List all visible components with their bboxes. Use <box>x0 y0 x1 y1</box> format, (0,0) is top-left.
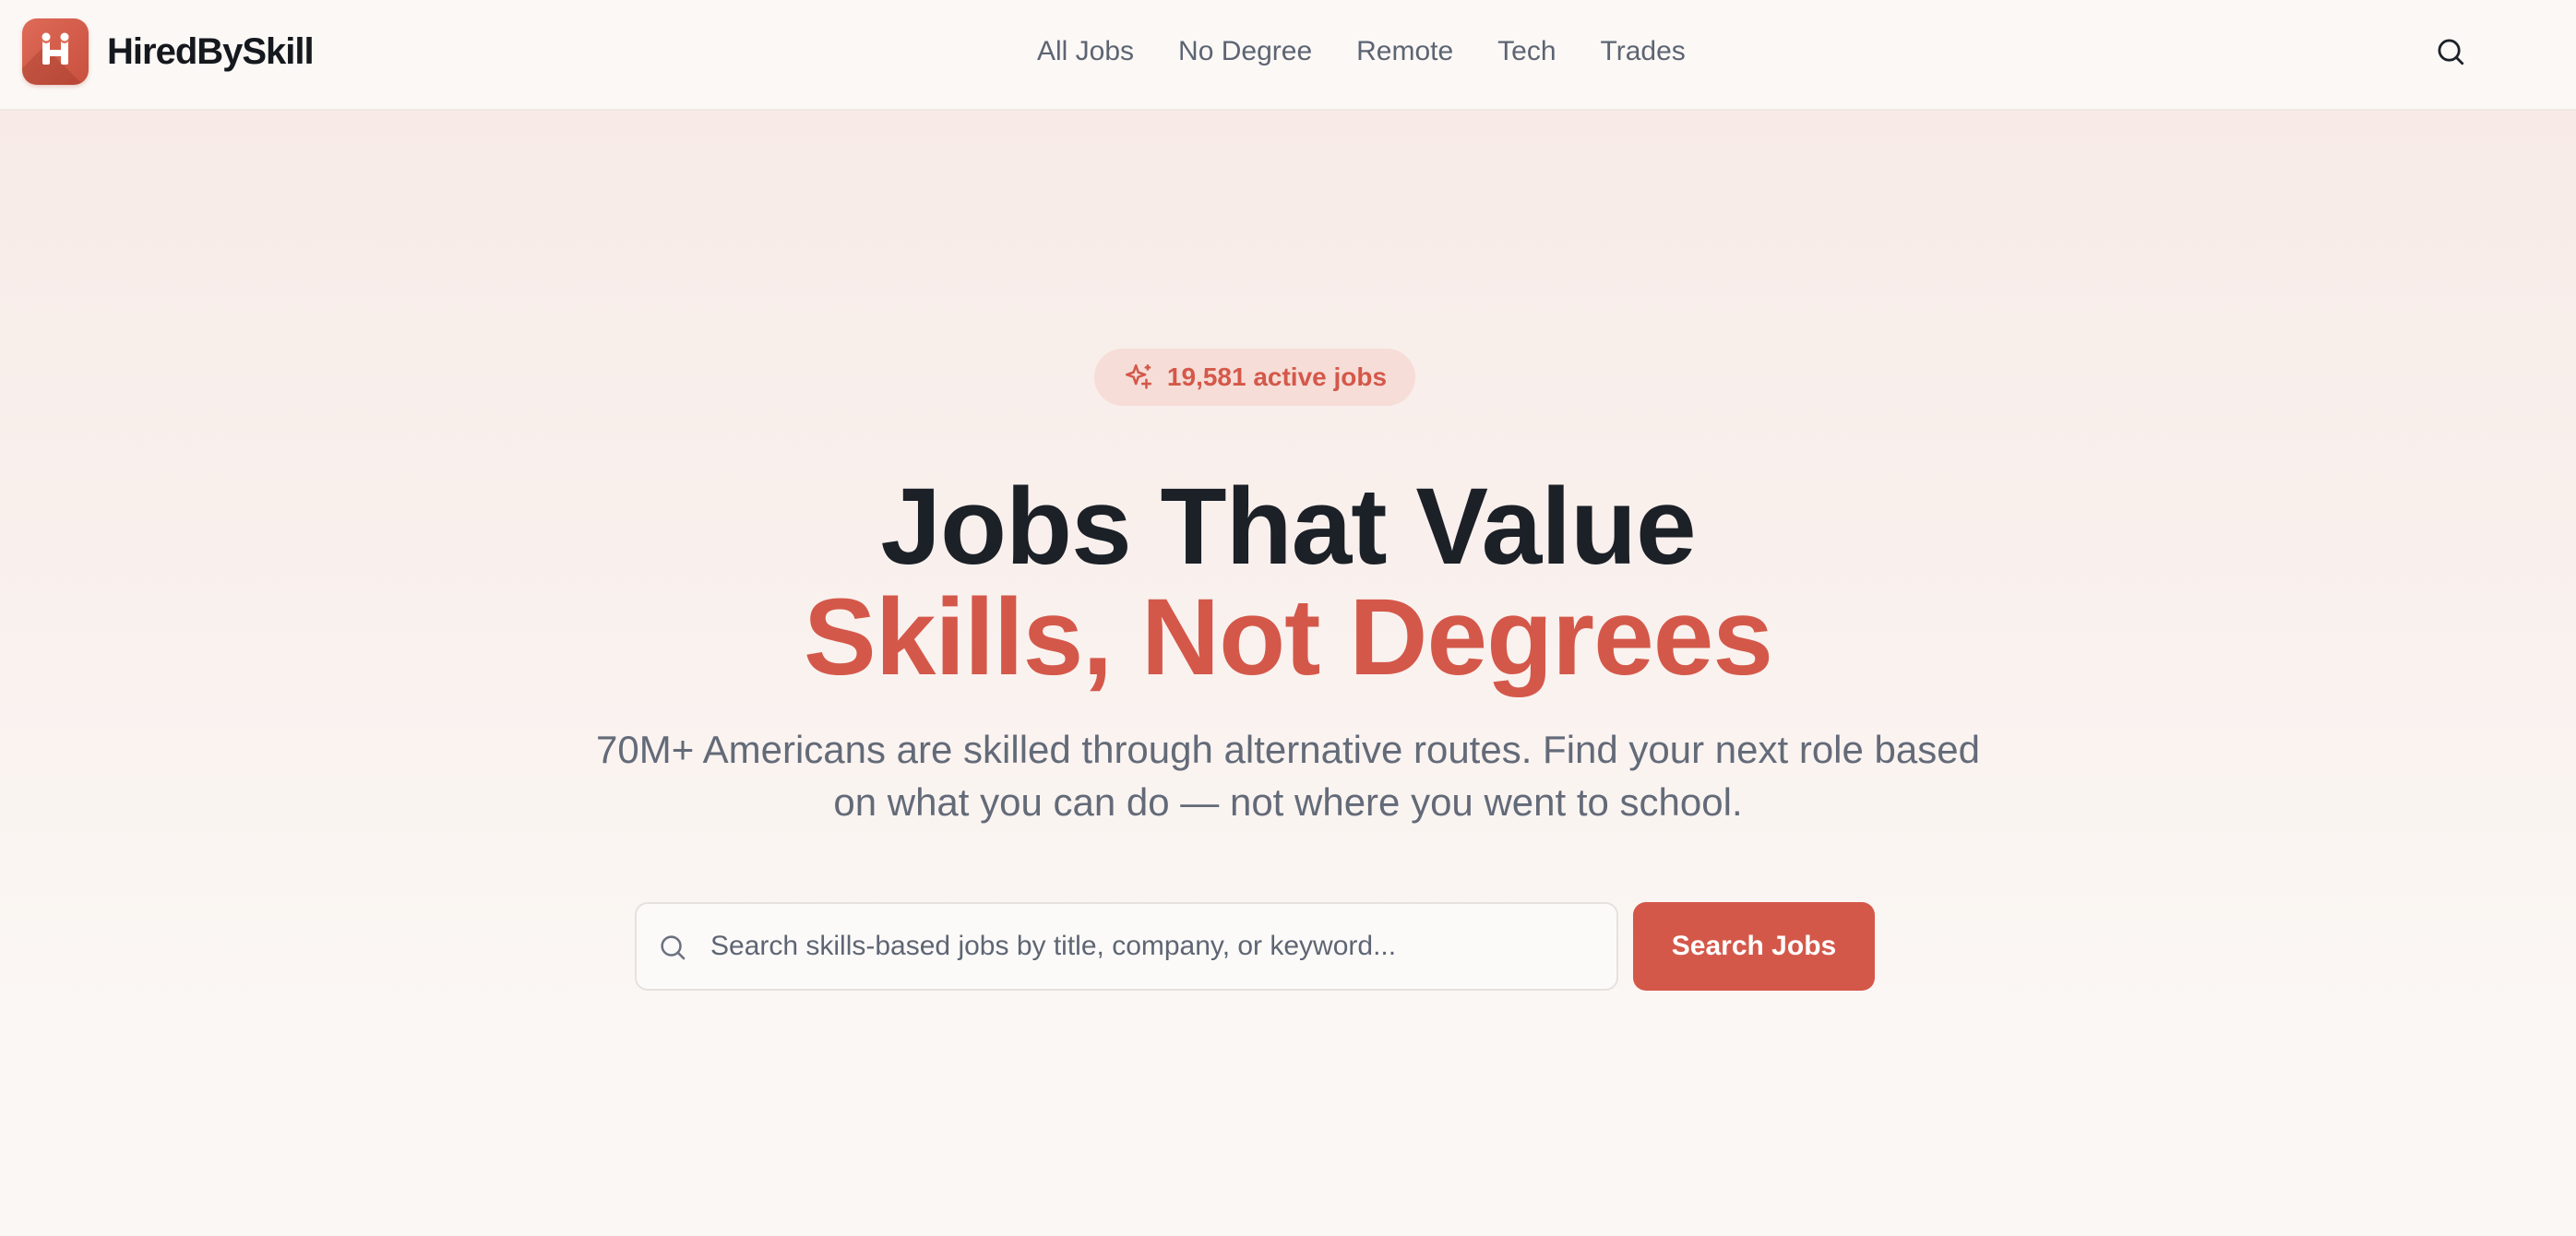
nav-link-all-jobs[interactable]: All Jobs <box>1037 36 1134 67</box>
job-search-box <box>635 902 1618 991</box>
active-jobs-badge: 19,581 active jobs <box>1094 349 1415 406</box>
hero-subtitle: 70M+ Americans are skilled through alter… <box>596 728 1980 824</box>
brand-name: HiredBySkill <box>107 30 315 72</box>
h-monogram-logo-icon <box>22 18 89 85</box>
active-jobs-count: 19,581 active jobs <box>1166 362 1388 391</box>
nav-link-trades[interactable]: Trades <box>1601 36 1686 67</box>
job-search-input[interactable] <box>710 904 1596 989</box>
hero-title-line-1: Jobs That Value <box>880 466 1696 588</box>
logo-link[interactable]: HiredBySkill <box>22 18 315 85</box>
search-icon[interactable] <box>2428 30 2473 74</box>
hero-title-line-2: Skills, Not Degrees <box>804 576 1773 698</box>
site-header: HiredBySkill All Jobs No Degree Remote T… <box>0 0 2576 111</box>
nav-link-tech[interactable]: Tech <box>1497 36 1556 67</box>
search-jobs-button[interactable]: Search Jobs <box>1633 902 1875 991</box>
search-icon <box>657 932 688 963</box>
hero-section: 19,581 active jobs Jobs That Value Skill… <box>0 111 2576 1236</box>
nav-link-no-degree[interactable]: No Degree <box>1178 36 1312 67</box>
main-nav: All Jobs No Degree Remote Tech Trades <box>1037 0 1686 103</box>
sparkles-icon <box>1123 362 1154 393</box>
nav-link-remote[interactable]: Remote <box>1356 36 1453 67</box>
